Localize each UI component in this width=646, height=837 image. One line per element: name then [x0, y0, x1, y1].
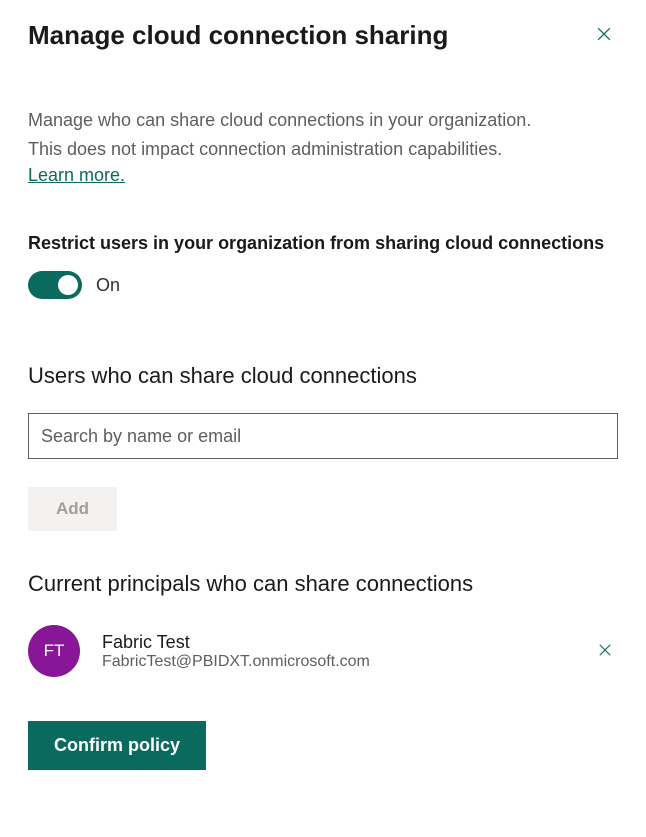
description-line2: This does not impact connection administ…	[28, 136, 618, 163]
principal-name: Fabric Test	[102, 632, 370, 653]
toggle-state-text: On	[96, 275, 120, 296]
principal-email: FabricTest@PBIDXT.onmicrosoft.com	[102, 653, 370, 671]
search-input[interactable]	[28, 413, 618, 459]
remove-principal-button[interactable]	[592, 637, 618, 666]
close-icon	[596, 641, 614, 662]
principal-info: Fabric Test FabricTest@PBIDXT.onmicrosof…	[102, 632, 370, 671]
principals-section-title: Current principals who can share connect…	[28, 571, 618, 597]
description-line1: Manage who can share cloud connections i…	[28, 107, 618, 134]
restrict-toggle-row: On	[28, 271, 618, 299]
principal-left: FT Fabric Test FabricTest@PBIDXT.onmicro…	[28, 625, 370, 677]
learn-more-link[interactable]: Learn more.	[28, 165, 125, 186]
dialog-header: Manage cloud connection sharing	[28, 20, 618, 51]
add-button[interactable]: Add	[28, 487, 117, 531]
close-icon	[594, 24, 614, 47]
toggle-knob	[58, 275, 78, 295]
dialog-title: Manage cloud connection sharing	[28, 20, 448, 51]
restrict-toggle[interactable]	[28, 271, 82, 299]
avatar: FT	[28, 625, 80, 677]
principal-row: FT Fabric Test FabricTest@PBIDXT.onmicro…	[28, 625, 618, 677]
users-section-title: Users who can share cloud connections	[28, 363, 618, 389]
restrict-label: Restrict users in your organization from…	[28, 230, 618, 257]
avatar-initials: FT	[44, 641, 65, 661]
close-button[interactable]	[590, 20, 618, 51]
confirm-policy-button[interactable]: Confirm policy	[28, 721, 206, 770]
